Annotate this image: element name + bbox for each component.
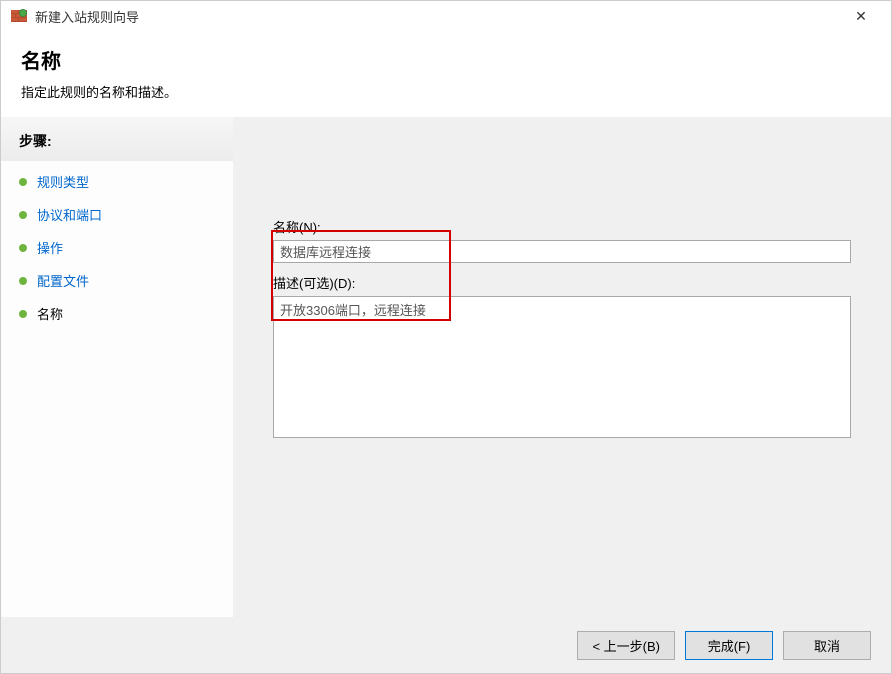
step-label: 规则类型 (37, 172, 89, 191)
steps-sidebar: 步骤: 规则类型 协议和端口 操作 配置文件 名称 (1, 117, 233, 617)
wizard-header: 名称 指定此规则的名称和描述。 (1, 31, 891, 117)
step-bullet-icon (19, 178, 27, 186)
wizard-window: 新建入站规则向导 ✕ 名称 指定此规则的名称和描述。 步骤: 规则类型 协议和端… (0, 0, 892, 674)
wizard-body: 步骤: 规则类型 协议和端口 操作 配置文件 名称 (1, 117, 891, 617)
steps-title: 步骤: (1, 127, 233, 161)
step-label: 操作 (37, 238, 63, 257)
step-protocol-port[interactable]: 协议和端口 (1, 198, 233, 231)
description-group: 描述(可选)(D): (273, 273, 851, 441)
finish-button[interactable]: 完成(F) (685, 631, 773, 660)
name-input[interactable] (273, 240, 851, 263)
step-bullet-icon (19, 244, 27, 252)
titlebar: 新建入站规则向导 ✕ (1, 1, 891, 31)
step-bullet-icon (19, 211, 27, 219)
step-label: 名称 (37, 304, 63, 323)
page-subtitle: 指定此规则的名称和描述。 (21, 82, 871, 101)
description-label: 描述(可选)(D): (273, 273, 851, 292)
name-group: 名称(N): (273, 217, 851, 263)
wizard-main: 名称(N): 描述(可选)(D): (233, 117, 891, 617)
firewall-icon (11, 8, 27, 24)
description-input[interactable] (273, 296, 851, 438)
step-label: 配置文件 (37, 271, 89, 290)
name-label: 名称(N): (273, 217, 851, 236)
wizard-footer: < 上一步(B) 完成(F) 取消 (1, 617, 891, 673)
step-profile[interactable]: 配置文件 (1, 264, 233, 297)
step-bullet-icon (19, 310, 27, 318)
window-title: 新建入站规则向导 (35, 7, 841, 26)
step-label: 协议和端口 (37, 205, 102, 224)
close-button[interactable]: ✕ (841, 8, 881, 25)
step-name[interactable]: 名称 (1, 297, 233, 330)
page-heading: 名称 (21, 45, 871, 74)
step-action[interactable]: 操作 (1, 231, 233, 264)
back-button[interactable]: < 上一步(B) (577, 631, 675, 660)
step-bullet-icon (19, 277, 27, 285)
step-rule-type[interactable]: 规则类型 (1, 165, 233, 198)
cancel-button[interactable]: 取消 (783, 631, 871, 660)
